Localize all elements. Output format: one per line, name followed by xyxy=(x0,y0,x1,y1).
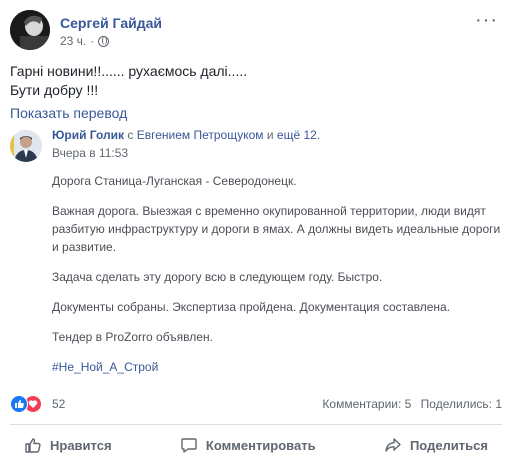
post-header: Сергей Гайдай 23 ч. · ··· xyxy=(10,10,502,54)
share-icon xyxy=(385,438,401,452)
divider xyxy=(10,424,502,425)
show-translation-link[interactable]: Показать перевод xyxy=(10,105,127,121)
post-text-line: Гарні новини!!...... рухаємось далі..... xyxy=(10,63,248,79)
shared-avatar[interactable] xyxy=(10,130,42,162)
post-meta: 23 ч. · xyxy=(60,34,110,48)
post-time[interactable]: 23 ч. xyxy=(60,34,86,48)
shares-count[interactable]: Поделились: 1 xyxy=(421,397,502,411)
shared-author-line: Юрий Голик с Евгением Петрощуком и ещё 1… xyxy=(52,128,321,142)
shared-paragraph: Важная дорога. Выезжая с временно окупир… xyxy=(52,204,501,254)
action-bar: Нравится Комментировать Поделиться xyxy=(10,428,502,462)
reaction-count[interactable]: 52 xyxy=(52,397,65,411)
share-button[interactable]: Поделиться xyxy=(370,430,502,460)
shared-paragraph: Тендер в ProZorro объявлен. xyxy=(52,330,213,344)
tagged-others-link[interactable]: ещё 12 xyxy=(277,128,317,142)
like-label: Нравится xyxy=(50,437,112,453)
shared-paragraph: Дорога Станица-Луганская - Северодонецк. xyxy=(52,174,297,188)
shared-timestamp[interactable]: Вчера в 11:53 xyxy=(52,146,128,160)
reactions-bar: 52 Комментарии: 5 Поделились: 1 xyxy=(10,393,502,417)
tagged-person-link[interactable]: Евгением Петрощуком xyxy=(137,128,264,142)
post-text-line: Бути добру !!! xyxy=(10,82,99,98)
hashtag-link[interactable]: #Не_Ной_А_Строй xyxy=(52,358,502,376)
shared-paragraph: Задача сделать эту дорогу всю в следующе… xyxy=(52,270,383,284)
comment-label: Комментировать xyxy=(205,437,316,453)
globe-icon xyxy=(98,35,110,47)
shared-author-name[interactable]: Юрий Голик xyxy=(52,128,124,142)
shared-author-photo xyxy=(10,130,42,162)
avatar[interactable] xyxy=(10,10,50,50)
like-button[interactable]: Нравится xyxy=(10,430,126,460)
reaction-icons[interactable] xyxy=(10,395,42,413)
shared-time: Вчера в 11:53 xyxy=(52,146,128,160)
share-label: Поделиться xyxy=(409,437,488,453)
comment-icon xyxy=(181,438,197,453)
shared-post: Юрий Голик с Евгением Петрощуком и ещё 1… xyxy=(10,122,502,376)
thumbs-up-icon xyxy=(25,438,41,453)
comments-count[interactable]: Комментарии: 5 xyxy=(322,397,411,411)
shared-body: Дорога Станица-Луганская - Северодонецк.… xyxy=(52,172,502,388)
shared-paragraph: Документы собраны. Экспертиза пройдена. … xyxy=(52,300,451,314)
comment-button[interactable]: Комментировать xyxy=(166,430,330,460)
author-photo xyxy=(10,10,50,50)
engagement-counts: Комментарии: 5 Поделились: 1 xyxy=(322,397,502,411)
post-author-name[interactable]: Сергей Гайдай xyxy=(60,15,162,31)
post-text: Гарні новини!!...... рухаємось далі.....… xyxy=(10,62,247,100)
like-reaction-icon xyxy=(10,395,28,413)
more-options-button[interactable]: ··· xyxy=(475,10,498,30)
